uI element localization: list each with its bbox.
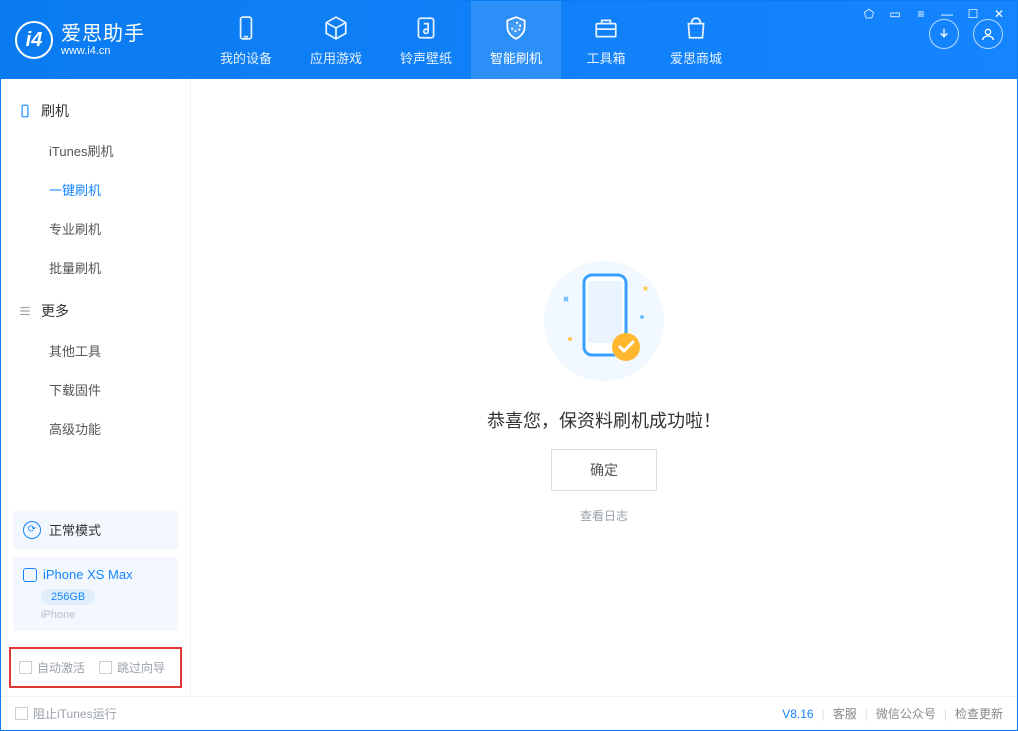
sidebar-item-itunes[interactable]: iTunes刷机 (1, 131, 190, 170)
header-right (929, 19, 1003, 61)
footer-link-support[interactable]: 客服 (833, 705, 857, 722)
device-phone-icon (23, 568, 37, 582)
sidebar-item-other[interactable]: 其他工具 (1, 331, 190, 370)
checkbox-auto-activate[interactable]: 自动激活 (19, 659, 85, 676)
footer: 阻止iTunes运行 V8.16 | 客服 | 微信公众号 | 检查更新 (1, 696, 1017, 730)
shield-icon (503, 14, 529, 42)
nav-toolbox[interactable]: 工具箱 (561, 1, 651, 79)
checkbox-block-itunes[interactable]: 阻止iTunes运行 (15, 705, 117, 722)
sidebar-item-firmware[interactable]: 下载固件 (1, 370, 190, 409)
success-illustration (534, 251, 674, 391)
brand-name: 爱思助手 (61, 23, 145, 45)
phone-icon (233, 14, 259, 42)
briefcase-icon (593, 14, 619, 42)
checkbox-skip-guide[interactable]: 跳过向导 (99, 659, 165, 676)
feedback-icon[interactable]: ▭ (887, 7, 903, 21)
sidebar-cat-more: 更多 (1, 287, 190, 331)
skin-icon[interactable]: ⬠ (861, 7, 877, 21)
sidebar-item-batch[interactable]: 批量刷机 (1, 248, 190, 287)
logo-icon: i4 (15, 21, 53, 59)
nav-store[interactable]: 爱思商城 (651, 1, 741, 79)
mode-icon: ⟳ (23, 521, 41, 539)
device-type: iPhone (41, 609, 168, 621)
footer-link-wechat[interactable]: 微信公众号 (876, 705, 936, 722)
close-icon[interactable]: ✕ (991, 7, 1007, 21)
brand-url: www.i4.cn (61, 45, 145, 57)
ok-button[interactable]: 确定 (551, 449, 657, 491)
mode-card[interactable]: ⟳ 正常模式 (13, 510, 178, 549)
top-nav: 我的设备 应用游戏 铃声壁纸 智能刷机 工具箱 爱思商城 (201, 1, 741, 79)
nav-my-device[interactable]: 我的设备 (201, 1, 291, 79)
options-highlight: 自动激活 跳过向导 (9, 647, 182, 688)
device-card[interactable]: iPhone XS Max 256GB iPhone (13, 557, 178, 631)
nav-ringtones[interactable]: 铃声壁纸 (381, 1, 471, 79)
user-icon[interactable] (973, 19, 1003, 49)
device-storage: 256GB (41, 589, 95, 605)
maximize-icon[interactable]: ☐ (965, 7, 981, 21)
sidebar-item-oneclick[interactable]: 一键刷机 (1, 170, 190, 209)
main-content: 恭喜您，保资料刷机成功啦！ 确定 查看日志 (191, 79, 1017, 696)
nav-apps-games[interactable]: 应用游戏 (291, 1, 381, 79)
download-icon[interactable] (929, 19, 959, 49)
version-label: V8.16 (782, 707, 813, 721)
sidebar-bottom: ⟳ 正常模式 iPhone XS Max 256GB iPhone (1, 500, 190, 639)
window-controls: ⬠ ▭ ≡ — ☐ ✕ (861, 7, 1007, 21)
device-name: iPhone XS Max (43, 567, 133, 582)
minimize-icon[interactable]: — (939, 7, 955, 21)
success-message: 恭喜您，保资料刷机成功啦！ (487, 407, 721, 433)
sidebar-item-advanced[interactable]: 高级功能 (1, 409, 190, 448)
nav-smart-flash[interactable]: 智能刷机 (471, 1, 561, 79)
menu-icon[interactable]: ≡ (913, 7, 929, 21)
sidebar-nav: 刷机 iTunes刷机 一键刷机 专业刷机 批量刷机 更多 其他工具 下载固件 … (1, 79, 190, 500)
sidebar-item-pro[interactable]: 专业刷机 (1, 209, 190, 248)
bag-icon (683, 14, 709, 42)
sidebar-cat-flash: 刷机 (1, 87, 190, 131)
music-icon (413, 14, 439, 42)
mode-label: 正常模式 (49, 520, 101, 539)
footer-link-update[interactable]: 检查更新 (955, 705, 1003, 722)
logo[interactable]: i4 爱思助手 www.i4.cn (15, 21, 195, 59)
phone-small-icon (17, 103, 33, 119)
view-log-link[interactable]: 查看日志 (580, 507, 628, 524)
list-icon (17, 303, 33, 319)
body: 刷机 iTunes刷机 一键刷机 专业刷机 批量刷机 更多 其他工具 下载固件 … (1, 79, 1017, 696)
cube-icon (323, 14, 349, 42)
sidebar: 刷机 iTunes刷机 一键刷机 专业刷机 批量刷机 更多 其他工具 下载固件 … (1, 79, 191, 696)
app-window: ⬠ ▭ ≡ — ☐ ✕ i4 爱思助手 www.i4.cn 我的设备 应用游戏 (0, 0, 1018, 731)
